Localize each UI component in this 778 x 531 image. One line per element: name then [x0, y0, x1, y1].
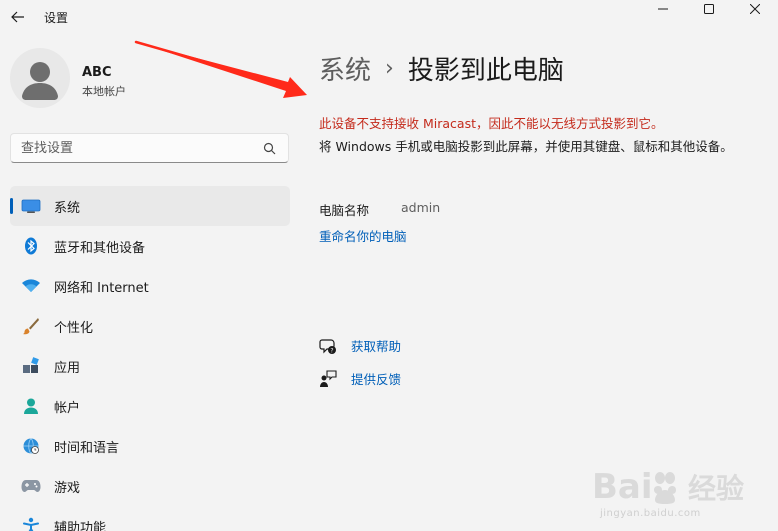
search-box — [10, 133, 289, 163]
sidebar-nav: 系统 蓝牙和其他设备 网络和 Internet 个性化 应用 帐户 时间和语言 … — [10, 186, 290, 531]
sidebar-item-system[interactable]: 系统 — [10, 186, 290, 226]
sidebar-item-accessibility[interactable]: 辅助功能 — [10, 506, 290, 531]
sidebar-item-bluetooth[interactable]: 蓝牙和其他设备 — [10, 226, 290, 266]
pc-name-label: 电脑名称 — [319, 203, 370, 218]
page-title: 投影到此电脑 — [407, 56, 564, 86]
projection-description: 将 Windows 手机或电脑投影到此屏幕，并使用其键盘、鼠标和其他设备。 — [319, 139, 733, 154]
account-type: 本地帐户 — [82, 85, 126, 98]
miracast-error-message: 此设备不支持接收 Miracast，因此不能以无线方式投影到它。 — [319, 116, 664, 131]
wifi-icon — [20, 275, 42, 297]
close-icon — [750, 4, 760, 14]
close-button[interactable] — [732, 0, 778, 18]
help-icon: ? — [319, 338, 336, 354]
avatar[interactable] — [10, 48, 70, 108]
breadcrumb-parent[interactable]: 系统 — [319, 50, 371, 87]
svg-text:经验: 经验 — [688, 472, 744, 505]
sidebar-item-label: 系统 — [54, 200, 81, 216]
breadcrumb-separator: › — [385, 56, 394, 81]
minimize-button[interactable] — [640, 0, 686, 18]
minimize-icon — [658, 8, 668, 10]
sidebar-item-label: 游戏 — [54, 480, 81, 496]
sidebar-item-label: 个性化 — [54, 320, 94, 336]
watermark-url: jingyan.baidu.com — [600, 508, 701, 519]
svg-text:?: ? — [330, 347, 333, 354]
search-input[interactable] — [11, 134, 241, 162]
search-icon[interactable] — [263, 142, 276, 155]
feedback-row[interactable]: 提供反馈 — [319, 369, 401, 388]
back-arrow-icon — [11, 11, 24, 23]
user-name: ABC — [82, 65, 112, 80]
sidebar-item-network[interactable]: 网络和 Internet — [10, 266, 290, 306]
apps-icon — [20, 355, 42, 377]
sidebar-item-label: 蓝牙和其他设备 — [54, 240, 146, 256]
maximize-button[interactable] — [686, 0, 732, 18]
paintbrush-icon — [20, 315, 42, 337]
feedback-icon — [320, 369, 337, 387]
monitor-icon — [20, 195, 42, 217]
sidebar-item-label: 应用 — [54, 360, 81, 376]
user-avatar-icon — [22, 62, 58, 100]
sidebar-item-label: 帐户 — [54, 400, 81, 416]
accessibility-icon — [20, 515, 42, 531]
back-button[interactable] — [6, 6, 30, 28]
sidebar-item-accounts[interactable]: 帐户 — [10, 386, 290, 426]
svg-text:Bai: Bai — [592, 467, 653, 507]
sidebar-item-gaming[interactable]: 游戏 — [10, 466, 290, 506]
get-help-row[interactable]: ? 获取帮助 — [319, 336, 401, 355]
sidebar-item-label: 网络和 Internet — [54, 280, 149, 296]
window-controls — [640, 0, 778, 18]
maximize-icon — [704, 4, 714, 14]
breadcrumb: 系统 › 投影到此电脑 — [319, 50, 564, 87]
sidebar-item-label: 时间和语言 — [54, 440, 120, 456]
get-help-link[interactable]: 获取帮助 — [351, 336, 401, 355]
sidebar-item-personalization[interactable]: 个性化 — [10, 306, 290, 346]
gamepad-icon — [20, 475, 42, 497]
sidebar-item-apps[interactable]: 应用 — [10, 346, 290, 386]
app-title: 设置 — [44, 11, 69, 25]
sidebar-item-label: 辅助功能 — [54, 520, 107, 531]
bluetooth-icon — [20, 235, 42, 257]
give-feedback-link[interactable]: 提供反馈 — [351, 369, 401, 388]
rename-pc-link[interactable]: 重命名你的电脑 — [319, 226, 407, 245]
sidebar-item-time-language[interactable]: 时间和语言 — [10, 426, 290, 466]
globe-clock-icon — [20, 435, 42, 457]
person-icon — [20, 395, 42, 417]
pc-name-value: admin — [401, 200, 441, 215]
